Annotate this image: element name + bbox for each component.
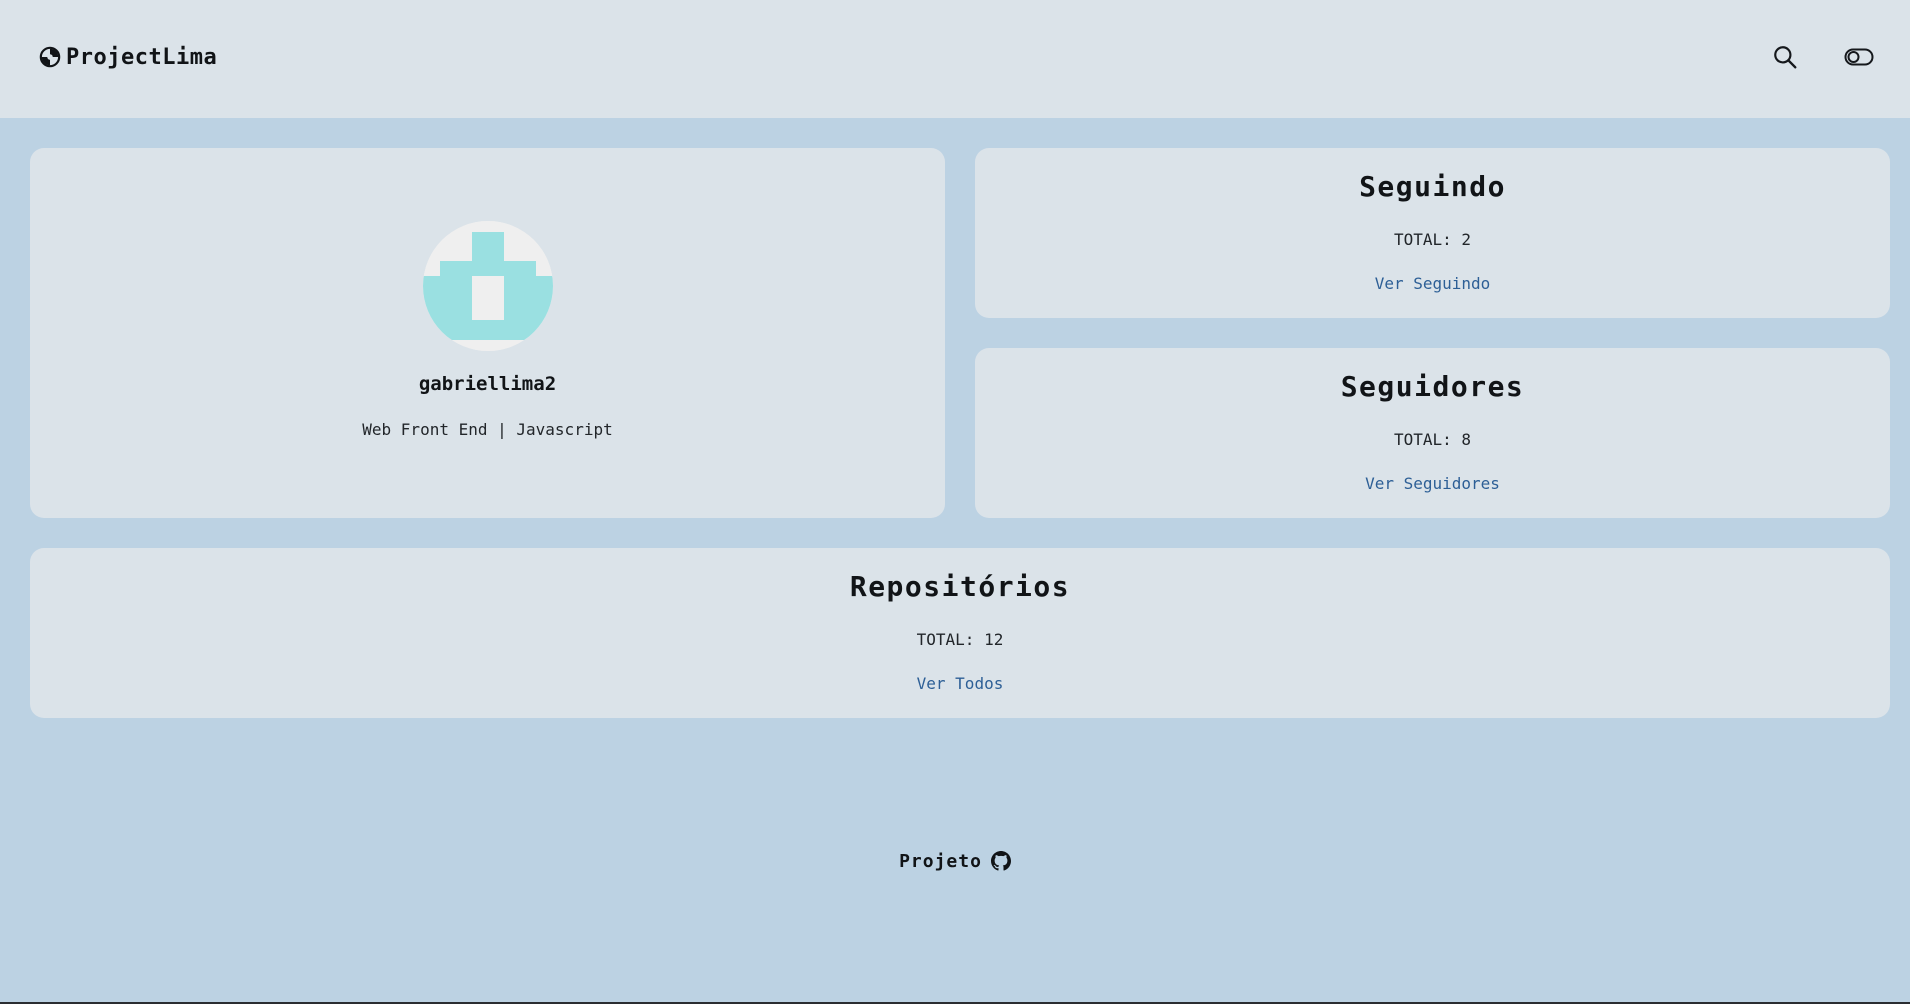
repositories-title: Repositórios — [849, 570, 1071, 603]
theme-toggle-icon — [1844, 48, 1874, 66]
view-all-repositories-link[interactable]: Ver Todos — [30, 674, 1890, 693]
identicon-image — [423, 221, 553, 351]
profile-card: gabriellima2 Web Front End | Javascript — [30, 148, 945, 518]
footer: Projeto — [0, 848, 1910, 874]
following-total: TOTAL: 2 — [1393, 230, 1472, 249]
repositories-total: TOTAL: 12 — [916, 630, 1004, 649]
profile-username: gabriellima2 — [418, 373, 557, 395]
brand-logo-link[interactable]: ProjectLima — [39, 42, 217, 72]
brand-name: ProjectLima — [66, 44, 218, 70]
view-followers-link[interactable]: Ver Seguidores — [975, 474, 1890, 493]
repositories-card: Repositórios TOTAL: 12 Ver Todos — [30, 548, 1890, 718]
profile-bio: Web Front End | Javascript — [362, 420, 613, 439]
followers-card: Seguidores TOTAL: 8 Ver Seguidores — [975, 348, 1890, 518]
avatar — [423, 221, 553, 351]
following-card: Seguindo TOTAL: 2 Ver Seguindo — [975, 148, 1890, 318]
project-link[interactable]: Projeto — [899, 851, 982, 872]
search-icon — [1774, 46, 1797, 69]
theme-toggle-button[interactable] — [1841, 40, 1877, 74]
github-icon[interactable] — [990, 851, 1011, 871]
spiral-logo-icon — [39, 46, 61, 68]
view-following-link[interactable]: Ver Seguindo — [975, 274, 1890, 293]
followers-total: TOTAL: 8 — [1393, 430, 1472, 449]
followers-title: Seguidores — [1340, 370, 1525, 403]
search-button[interactable] — [1767, 40, 1803, 74]
following-title: Seguindo — [1359, 170, 1506, 203]
top-navbar: ProjectLima — [0, 0, 1910, 118]
